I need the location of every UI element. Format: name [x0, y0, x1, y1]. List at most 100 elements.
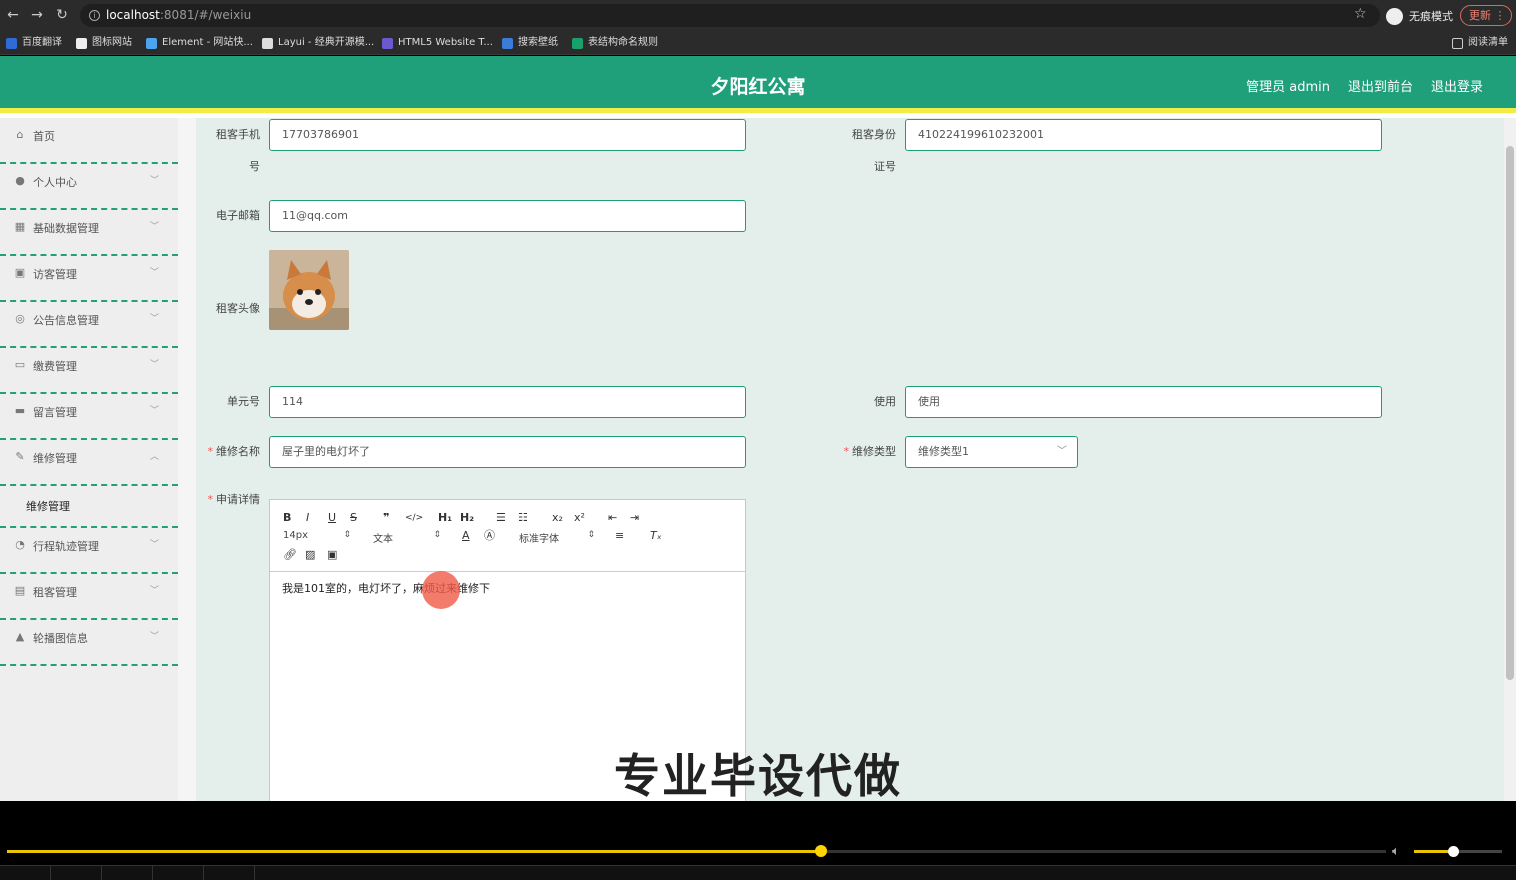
phone-input[interactable]: 17703786901 — [269, 119, 746, 151]
editor-toolbar: B I U S ❞ </> H₁ H₂ ☰ ☷ x₂ x² ⇤ ⇥ 14px ⇕ … — [270, 500, 745, 572]
italic-icon[interactable]: I — [306, 511, 309, 525]
sidebar-item-label: 基础数据管理 — [33, 222, 99, 235]
font-size-select[interactable]: 14px ⇕ — [283, 530, 351, 541]
bookmark-item[interactable]: 表结构命名规则 — [572, 36, 658, 50]
required-mark: * — [207, 493, 214, 506]
sidebar-item-payments[interactable]: ▭ 缴费管理 ﹀ — [0, 348, 178, 394]
bookmark-item[interactable]: 图标网站 — [76, 36, 132, 50]
use-input[interactable]: 使用 — [905, 386, 1382, 418]
reading-list[interactable]: 阅读清单 — [1452, 36, 1508, 50]
back-icon[interactable]: ← — [5, 7, 21, 23]
chevron-down-icon: ﹀ — [150, 176, 160, 186]
bullet-list-icon[interactable]: ☷ — [518, 511, 528, 525]
sidebar-item-tenants[interactable]: ▤ 租客管理 ﹀ — [0, 574, 178, 620]
background-color-icon[interactable]: Ⓐ — [484, 529, 495, 543]
bold-icon[interactable]: B — [283, 511, 291, 525]
unit-input[interactable]: 114 — [269, 386, 746, 418]
link-icon[interactable]: 🔗︎ — [283, 548, 297, 562]
forward-icon[interactable]: → — [29, 7, 45, 23]
h1-icon[interactable]: H₁ — [438, 511, 452, 525]
repair-type-select[interactable]: 维修类型1 ﹀ — [905, 436, 1078, 468]
sidebar: ⌂ 首页 ● 个人中心 ﹀ ▦ 基础数据管理 ﹀ ▣ 访客管理 ﹀ ◎ 公告信息… — [0, 118, 178, 801]
incognito-profile[interactable]: 无痕模式 — [1386, 6, 1453, 26]
repair-name-input[interactable]: 屋子里的电灯坏了 — [269, 436, 746, 468]
sidebar-item-label: 个人中心 — [33, 176, 77, 189]
sidebar-item-notices[interactable]: ◎ 公告信息管理 ﹀ — [0, 302, 178, 348]
admin-link[interactable]: 管理员 admin — [1246, 76, 1330, 95]
email-input[interactable]: 11@qq.com — [269, 200, 746, 232]
font-family-select[interactable]: 标准字体 ⇕ — [519, 530, 595, 545]
h2-icon[interactable]: H₂ — [460, 511, 474, 525]
sidebar-item-label: 行程轨迹管理 — [33, 540, 99, 553]
image-icon[interactable]: ▨ — [305, 548, 315, 562]
info-icon[interactable]: i — [89, 10, 100, 21]
bookmarks-bar: 百度翻译 图标网站 Element - 网站快... Layui - 经典开源模… — [0, 31, 1516, 55]
sidebar-item-profile[interactable]: ● 个人中心 ﹀ — [0, 164, 178, 210]
idcard-label-wrap: 证号 — [836, 151, 896, 183]
sidebar-item-messages[interactable]: ▬ 留言管理 ﹀ — [0, 394, 178, 440]
home-icon: ⌂ — [16, 128, 24, 141]
clear-format-icon[interactable]: Tₓ — [650, 529, 662, 543]
update-label: 更新 — [1469, 9, 1491, 22]
idcard-input[interactable]: 410224199610232001 — [905, 119, 1382, 151]
code-icon[interactable]: </> — [405, 511, 423, 525]
sidebar-item-trajectory[interactable]: ◔ 行程轨迹管理 ﹀ — [0, 528, 178, 574]
sidebar-item-basic-data[interactable]: ▦ 基础数据管理 ﹀ — [0, 210, 178, 256]
bookmark-label: 图标网站 — [92, 37, 132, 48]
align-icon[interactable]: ≡ — [615, 529, 624, 543]
bookmark-item[interactable]: 搜索壁纸 — [502, 36, 558, 50]
bookmark-item[interactable]: Layui - 经典开源模... — [262, 36, 374, 50]
divider — [254, 866, 255, 880]
scrollbar-thumb[interactable] — [1506, 146, 1514, 680]
sidebar-subitem-repairs[interactable]: 维修管理 — [0, 486, 178, 528]
volume-knob[interactable] — [1447, 846, 1459, 857]
repair-type-value: 维修类型1 — [918, 445, 969, 458]
bookmark-item[interactable]: 百度翻译 — [6, 36, 62, 50]
detail-label: * 申请详情 — [196, 484, 261, 516]
reload-icon[interactable]: ↻ — [54, 7, 70, 23]
update-button[interactable]: 更新 ⋮ — [1460, 5, 1512, 26]
outdent-icon[interactable]: ⇤ — [608, 511, 617, 525]
font-size-value: 14px — [283, 530, 308, 541]
video-icon[interactable]: ▣ — [327, 548, 337, 562]
repair-name-label-text: 维修名称 — [216, 445, 260, 458]
click-indicator — [422, 571, 460, 609]
font-color-icon[interactable]: A — [462, 529, 470, 543]
subscript-icon[interactable]: x₂ — [552, 511, 563, 525]
compass-icon: ◎ — [15, 312, 25, 325]
watermark-text: 专业毕设代做 — [614, 749, 902, 803]
scrollbar[interactable] — [1504, 118, 1516, 801]
bookmark-label: Layui - 经典开源模... — [278, 37, 375, 48]
sidebar-item-visitors[interactable]: ▣ 访客管理 ﹀ — [0, 256, 178, 302]
volume-track[interactable] — [1414, 846, 1502, 857]
sidebar-item-carousel[interactable]: ▲ 轮播图信息 ﹀ — [0, 620, 178, 666]
strike-icon[interactable]: S — [350, 511, 357, 525]
sidebar-item-label: 留言管理 — [33, 406, 77, 419]
tenant-avatar[interactable] — [269, 250, 349, 330]
logout-link[interactable]: 退出登录 — [1431, 76, 1483, 95]
chevron-down-icon: ﹀ — [150, 222, 160, 232]
ordered-list-icon[interactable]: ☰ — [496, 511, 506, 525]
underline-icon[interactable]: U — [328, 511, 336, 525]
blockquote-icon[interactable]: ❞ — [383, 511, 389, 525]
indent-icon[interactable]: ⇥ — [630, 511, 639, 525]
address-bar[interactable]: i localhost:8081/#/weixiu — [80, 4, 1380, 27]
chevron-down-icon: ﹀ — [150, 360, 160, 370]
reading-list-icon — [1452, 37, 1463, 49]
document-icon: ▤ — [14, 584, 26, 597]
progress-knob[interactable] — [814, 845, 827, 857]
volume-icon[interactable]: 🔈︎ — [1392, 844, 1400, 859]
progress-track[interactable] — [7, 845, 1386, 857]
sidebar-item-repairs[interactable]: ✎ 维修管理 ︿ — [0, 440, 178, 486]
text-style-select[interactable]: 文本 ⇕ — [373, 530, 441, 545]
bookmark-icon — [76, 37, 87, 49]
star-icon[interactable]: ☆ — [1354, 6, 1367, 22]
superscript-icon[interactable]: x² — [574, 511, 585, 525]
unit-label: 单元号 — [227, 395, 260, 408]
sidebar-item-home[interactable]: ⌂ 首页 — [0, 118, 178, 164]
repair-type-label: * 维修类型 — [832, 436, 897, 468]
bookmark-item[interactable]: HTML5 Website T... — [382, 36, 493, 50]
email-label: 电子邮箱 — [216, 209, 260, 222]
frontend-link[interactable]: 退出到前台 — [1348, 76, 1413, 95]
bookmark-item[interactable]: Element - 网站快... — [146, 36, 253, 50]
